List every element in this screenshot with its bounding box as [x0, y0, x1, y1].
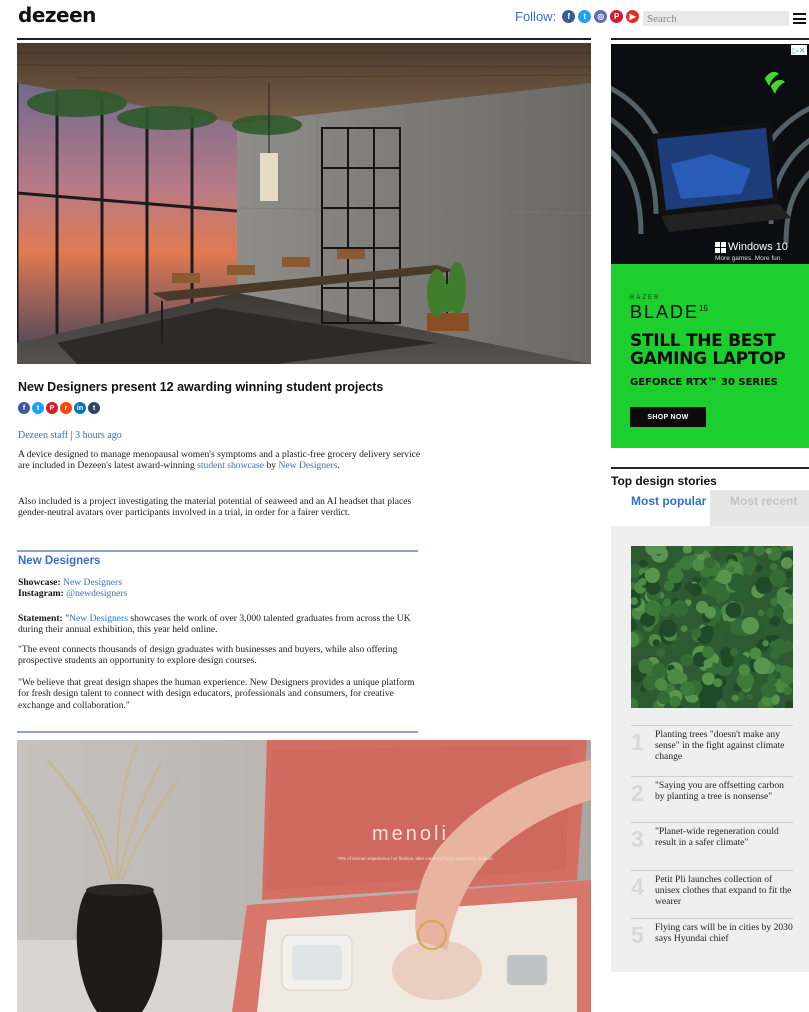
forest-story-image[interactable]: [631, 546, 793, 708]
ad-product: BLADE15: [630, 302, 708, 323]
facebook-icon[interactable]: f: [562, 10, 576, 23]
search-input[interactable]: [643, 11, 789, 26]
follow-bar: Follow: f t ◎ P ▶: [515, 9, 640, 24]
ad-headline: STILL THE BEST GAMING LAPTOP: [630, 331, 786, 369]
linkedin-icon[interactable]: in: [74, 402, 86, 414]
story-rank: 1: [631, 729, 644, 755]
share-bar: f t Pr in t: [18, 402, 100, 414]
razer-advertisement[interactable]: ▷✕ Windows 10 More games. More fun. RAZE…: [611, 44, 809, 448]
top-stories-title: Top design stories: [611, 474, 717, 488]
showcase-row: Showcase: New Designers: [18, 577, 122, 588]
intro-paragraph: A device designed to manage menopausal w…: [18, 449, 422, 472]
site-logo[interactable]: dezeen: [18, 3, 96, 27]
statement-paragraph: Statement: "New Designers showcases the …: [18, 613, 422, 636]
author-link[interactable]: Dezeen staff: [18, 430, 68, 441]
story-item[interactable]: 3 "Planet-wide regeneration could result …: [631, 822, 793, 868]
box-brand-text: menoli: [372, 823, 449, 845]
header-divider: [17, 38, 591, 40]
article-title[interactable]: New Designers present 12 awarding winnin…: [18, 380, 383, 394]
belief-paragraph: "We believe that great design shapes the…: [18, 677, 415, 711]
reddit-icon[interactable]: r: [60, 402, 72, 414]
ad-laptop-visual: [611, 44, 809, 264]
instagram-label: Instagram:: [18, 588, 64, 599]
box-caption-text: 79% of women experience hot flushes. tak…: [337, 856, 494, 861]
instagram-icon[interactable]: ◎: [594, 10, 608, 23]
story-item[interactable]: 2 "Saying you are offsetting carbon by pl…: [631, 776, 793, 820]
event-paragraph: "The event connects thousands of design …: [18, 644, 398, 667]
story-rank: 2: [631, 780, 644, 806]
tab-most-recent[interactable]: Most recent: [710, 490, 809, 526]
instagram-link[interactable]: @newdesigners: [66, 588, 127, 599]
story-rank: 4: [631, 874, 644, 900]
statement-new-designers-link[interactable]: New Designers: [69, 613, 128, 624]
adchoices-icon[interactable]: ▷✕: [791, 45, 807, 55]
pinterest-icon[interactable]: P: [46, 402, 58, 414]
statement-label: Statement:: [18, 613, 63, 624]
pinterest-icon[interactable]: P: [610, 10, 624, 23]
intro-text-by: by: [264, 460, 279, 472]
twitter-icon[interactable]: t: [578, 10, 592, 23]
story-item[interactable]: 5 Flying cars will be in cities by 2030 s…: [631, 918, 793, 958]
shop-now-button[interactable]: SHOP NOW: [630, 407, 706, 427]
sidebar-divider: [611, 38, 809, 40]
student-showcase-link[interactable]: student showcase: [197, 460, 264, 471]
hero-image[interactable]: [17, 43, 591, 364]
facebook-icon[interactable]: f: [18, 402, 30, 414]
intro-text-end: .: [337, 460, 340, 472]
follow-label: Follow:: [515, 9, 557, 24]
section-heading: New Designers: [18, 555, 101, 567]
section-divider-bottom: [17, 731, 418, 733]
story-item[interactable]: 1 Planting trees "doesn't make any sense"…: [631, 725, 793, 773]
tumblr-icon[interactable]: t: [88, 402, 100, 414]
story-headline[interactable]: "Planet-wide regeneration could result i…: [655, 826, 795, 848]
story-item[interactable]: 4 Petit Pli launches collection of unisex…: [631, 870, 793, 916]
story-headline[interactable]: Petit Pli launches collection of unisex …: [655, 874, 795, 908]
story-rank: 5: [631, 922, 644, 948]
product-name: BLADE: [630, 302, 700, 322]
twitter-icon[interactable]: t: [32, 402, 44, 414]
section-divider-top: [17, 550, 418, 552]
instagram-row: Instagram: @newdesigners: [18, 588, 127, 599]
tab-most-popular[interactable]: Most popular: [611, 490, 710, 526]
ad-brand: RAZER: [630, 295, 661, 301]
top-stories-divider: [611, 467, 809, 469]
story-headline[interactable]: Planting trees "doesn't make any sense" …: [655, 729, 795, 763]
site-header: dezeen Follow: f t ◎ P ▶: [0, 0, 809, 34]
windows-label: Windows 10: [728, 241, 788, 253]
hamburger-menu-icon[interactable]: [793, 13, 806, 24]
story-headline[interactable]: "Saying you are offsetting carbon by pla…: [655, 780, 795, 802]
menoli-product-image[interactable]: menoli 79% of women experience hot flush…: [17, 740, 591, 1012]
story-rank: 3: [631, 826, 644, 852]
new-designers-link[interactable]: New Designers: [278, 460, 337, 471]
showcase-label: Showcase:: [18, 577, 61, 588]
byline-separator: |: [70, 430, 73, 441]
product-size: 15: [699, 304, 708, 313]
ad-subline: GEFORCE RTX™ 30 SERIES: [630, 377, 778, 388]
story-headline[interactable]: Flying cars will be in cities by 2030 sa…: [655, 922, 795, 944]
timestamp-link[interactable]: 3 hours ago: [75, 430, 122, 441]
windows-tagline: More games. More fun.: [715, 255, 783, 262]
showcase-link[interactable]: New Designers: [63, 577, 122, 588]
youtube-icon[interactable]: ▶: [626, 10, 640, 23]
top-stories-tabs: Most popular Most recent: [611, 490, 809, 526]
second-paragraph: Also included is a project investigating…: [18, 496, 412, 519]
byline: Dezeen staff | 3 hours ago: [18, 430, 122, 441]
